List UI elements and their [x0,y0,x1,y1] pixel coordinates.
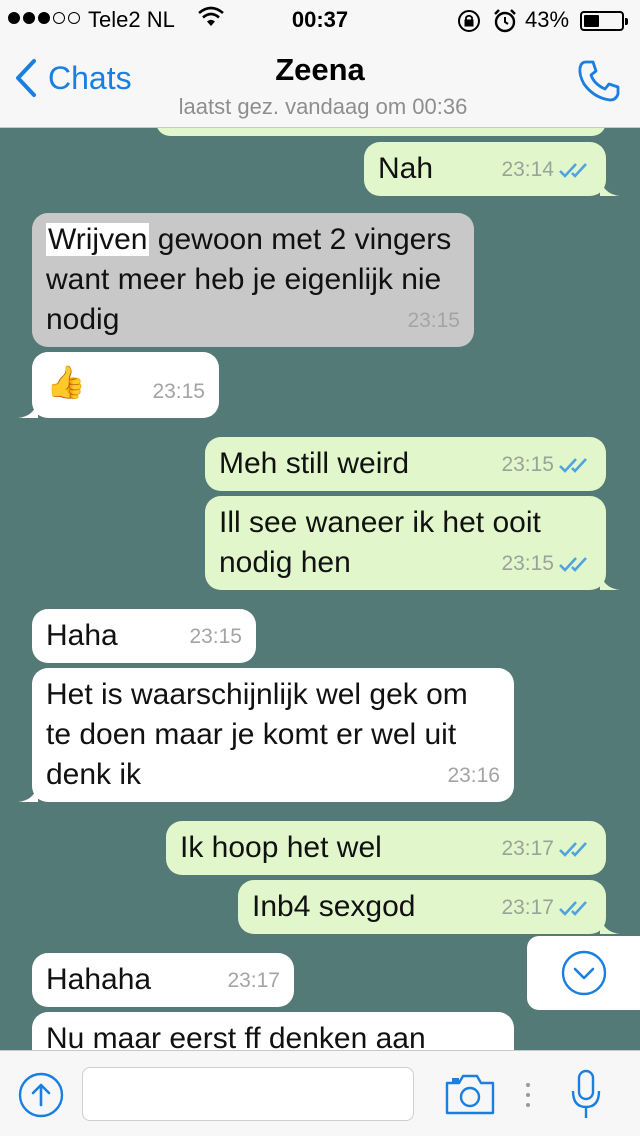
message-outgoing[interactable]: Inb4 sexgod 23:17 [238,880,620,934]
message-outgoing[interactable]: Nah 23:14 [364,142,620,196]
message-bubble-partial [156,128,606,136]
scroll-to-bottom-button[interactable] [527,936,640,1010]
message-meta: 23:17 [227,961,280,1001]
message-time: 23:17 [501,896,554,919]
message-meta: 23:15 [501,445,592,485]
double-check-icon [559,901,587,916]
message-list[interactable]: Nah 23:14 Wrijven gewoon met 2 vingers w… [0,128,640,1050]
double-check-icon [559,842,587,857]
double-check-icon [559,163,587,178]
battery-fill [584,15,600,27]
message-meta: 23:16 [447,756,500,796]
message-time: 23:14 [501,158,554,181]
message-incoming[interactable]: Haha 23:15 [32,609,256,663]
camera-button[interactable] [444,1071,496,1122]
message-meta: 23:15 [501,544,592,584]
status-bar: Tele2 NL 00:37 43% [0,0,640,40]
message-time: 23:15 [501,552,554,575]
contact-name[interactable]: Zeena [0,52,640,88]
microphone-icon [571,1069,601,1118]
last-seen-status: laatst gez. vandaag om 00:36 [178,94,468,119]
bubble-tail [18,398,38,418]
battery-icon [580,11,628,31]
double-check-icon [559,557,587,572]
message-meta: 23:17 [501,888,592,928]
battery-percentage: 43% [525,7,570,32]
message-time: 23:15 [189,625,242,648]
phone-icon [578,60,620,102]
message-text: Het is waarschijnlijk wel gek om te doen… [46,678,468,791]
separator-dots-icon [524,1081,532,1114]
message-text-container: Wrijven gewoon met 2 vingers want meer h… [46,220,460,340]
message-outgoing[interactable]: Meh still weird 23:15 [205,437,606,491]
bubble-tail [600,914,620,934]
message-outgoing[interactable]: Ill see waneer ik het ooit nodig hen 23:… [205,496,620,590]
message-time: 23:15 [407,309,460,332]
message-meta: 23:15 [152,372,205,412]
bubble-tail [18,782,38,802]
message-meta: 23:17 [501,829,592,869]
message-input[interactable] [82,1067,414,1121]
bubble-tail [600,570,620,590]
double-check-icon [559,458,587,473]
message-meta: 23:15 [407,301,460,341]
message-incoming[interactable]: Hahaha 23:17 [32,953,294,1007]
camera-icon [445,1074,495,1115]
microphone-button[interactable] [570,1069,602,1126]
message-time: 23:16 [447,764,500,787]
bubble-tail [600,176,620,196]
chevron-down-circle-icon [561,950,606,996]
message-time: 23:17 [227,969,280,992]
message-incoming-partial[interactable]: Nu maar eerst ff denken aan [32,1012,514,1050]
rotation-lock-icon [456,8,482,40]
top-bar: Tele2 NL 00:37 43% Chats Zeena laatst ge… [0,0,640,128]
call-button[interactable] [576,58,622,109]
message-text: Nu maar eerst ff denken aan [46,1022,426,1050]
message-time: 23:17 [501,837,554,860]
message-outgoing[interactable]: Ik hoop het wel 23:17 [166,821,606,875]
message-time: 23:15 [152,380,205,403]
message-incoming-selected[interactable]: Wrijven gewoon met 2 vingers want meer h… [32,213,474,347]
message-incoming[interactable]: Het is waarschijnlijk wel gek om te doen… [18,668,514,802]
message-meta: 23:14 [501,150,592,190]
message-incoming[interactable]: 👍 23:15 [18,352,219,418]
search-highlight: Wrijven [46,223,150,256]
upload-arrow-icon [18,1072,64,1118]
message-time: 23:15 [501,453,554,476]
input-bar [0,1050,640,1136]
message-meta: 23:15 [189,617,242,657]
attach-button[interactable] [18,1072,64,1123]
alarm-icon [492,8,518,40]
